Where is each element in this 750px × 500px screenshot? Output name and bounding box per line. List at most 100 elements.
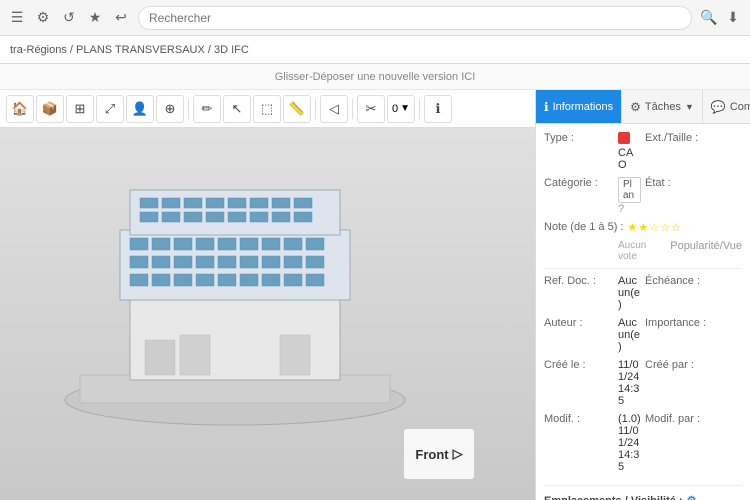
- cree-row: Créé le : 11/01/24 14:35 Créé par :: [544, 359, 742, 413]
- browser-download-icon[interactable]: ⬇: [724, 9, 742, 27]
- circle-plus-button[interactable]: ⊕: [156, 95, 184, 123]
- browser-bar: ☰ ⚙ ↺ ★ ↩ 🔍 ⬇: [0, 0, 750, 36]
- emplacements-icon[interactable]: ⚙: [687, 494, 697, 500]
- building-svg: [50, 160, 420, 440]
- ext-col: Ext./Taille :: [645, 132, 742, 177]
- type-col: Type : CAO: [544, 132, 641, 177]
- 3d-box-button[interactable]: 📦: [36, 95, 64, 123]
- toolbar: 🏠 📦 ⊞ ⤢ 👤 ⊕ ✏ ↖ ⬚ 📏 ◁ ✂ 0 ▼: [0, 90, 535, 128]
- browser-right-icons: 🔍 ⬇: [700, 9, 742, 27]
- cree-le-value: 11/01/24 14:35: [618, 359, 641, 407]
- menu-icon[interactable]: ☰: [8, 9, 26, 27]
- modif-label: Modif. :: [544, 413, 614, 425]
- scissors-button[interactable]: ✂: [357, 95, 385, 123]
- front-label-icon: ▷: [453, 446, 463, 462]
- ext-taille-row: Ext./Taille :: [645, 132, 742, 144]
- settings-icon[interactable]: ⚙: [34, 9, 52, 27]
- taches-dropdown-icon: ▼: [685, 102, 694, 112]
- divider-1: [544, 268, 742, 269]
- categorie-value: Plan ?: [618, 177, 641, 215]
- type-value: CAO: [618, 132, 641, 171]
- app-container: tra-Régions / PLANS TRANSVERSAUX / 3D IF…: [0, 36, 750, 500]
- type-label: Type :: [544, 132, 614, 144]
- modif-row: Modif. : (1.0) 11/01/24 14:35 Modif. par…: [544, 413, 742, 479]
- front-label-text: Front: [415, 447, 448, 462]
- categorie-etat-row: Catégorie : Plan ? État :: [544, 177, 742, 221]
- info-tab-icon: ℹ: [544, 100, 549, 114]
- home-button[interactable]: 🏠: [6, 95, 34, 123]
- auteur-label: Auteur :: [544, 317, 614, 329]
- panel-content: Type : CAO Ext./Taille :: [536, 124, 750, 500]
- importance-label: Importance :: [645, 317, 715, 329]
- upload-bar[interactable]: Glisser-Déposer une nouvelle version ICI: [0, 64, 750, 90]
- select-box-button[interactable]: ⬚: [253, 95, 281, 123]
- cursor-button[interactable]: ↖: [223, 95, 251, 123]
- taches-tab-icon: ⚙: [630, 100, 641, 114]
- categorie-label: Catégorie :: [544, 177, 614, 189]
- no-vote-text: Aucun vote: [618, 240, 666, 262]
- type-row: Type : CAO: [544, 132, 641, 171]
- cree-par-label: Créé par :: [645, 359, 715, 371]
- popularite-label: Popularité/Vue: [670, 240, 742, 252]
- pencil-button[interactable]: ✏: [193, 95, 221, 123]
- categorie-row: Catégorie : Plan ?: [544, 177, 641, 215]
- ext-taille-label: Ext./Taille :: [645, 132, 715, 144]
- toolbar-separator-3: [352, 99, 353, 119]
- type-ext-row: Type : CAO Ext./Taille :: [544, 132, 742, 177]
- stars-display[interactable]: ★★☆☆☆: [628, 222, 682, 234]
- note-value: ★★☆☆☆: [628, 221, 743, 234]
- help-icon[interactable]: ?: [618, 203, 624, 215]
- back-button[interactable]: ◁: [320, 95, 348, 123]
- user-button[interactable]: 👤: [126, 95, 154, 123]
- undo-icon[interactable]: ↩: [112, 9, 130, 27]
- info-button[interactable]: ℹ: [424, 95, 452, 123]
- tab-commentaires-label: Commentai...: [730, 101, 750, 113]
- commentaires-tab-icon: 💬: [711, 100, 726, 114]
- grid-button[interactable]: ⊞: [66, 95, 94, 123]
- auteur-importance-row: Auteur : Aucun(e) Importance :: [544, 317, 742, 359]
- divider-2: [544, 485, 742, 486]
- note-row: Note (de 1 à 5) : ★★☆☆☆: [544, 221, 742, 234]
- categorie-col: Catégorie : Plan ?: [544, 177, 641, 221]
- cao-badge: [618, 132, 630, 144]
- toolbar-counter[interactable]: 0 ▼: [387, 95, 415, 123]
- toolbar-separator-2: [315, 99, 316, 119]
- no-vote-row: Aucun vote Popularité/Vue: [544, 240, 742, 262]
- echeance-label: Échéance :: [645, 275, 715, 287]
- panel-tabs: ℹ Informations ⚙ Tâches ▼ 💬 Commentai...: [536, 90, 750, 124]
- viewer-area: 🏠 📦 ⊞ ⤢ 👤 ⊕ ✏ ↖ ⬚ 📏 ◁ ✂ 0 ▼: [0, 90, 535, 500]
- note-label: Note (de 1 à 5) :: [544, 221, 624, 233]
- refresh-icon[interactable]: ↺: [60, 9, 78, 27]
- tab-informations-label: Informations: [553, 101, 614, 113]
- modif-value: (1.0) 11/01/24 14:35: [618, 413, 641, 473]
- ruler-button[interactable]: 📏: [283, 95, 311, 123]
- upload-bar-text: Glisser-Déposer une nouvelle version ICI: [275, 71, 476, 83]
- counter-value: 0: [392, 103, 398, 115]
- ref-echeance-row: Ref. Doc. : Aucun(e) Échéance :: [544, 275, 742, 317]
- 3d-scene[interactable]: Front ▷: [0, 128, 535, 500]
- cree-le-label: Créé le :: [544, 359, 614, 371]
- counter-down-icon[interactable]: ▼: [400, 103, 410, 114]
- breadcrumb-text: tra-Régions / PLANS TRANSVERSAUX / 3D IF…: [10, 44, 249, 56]
- ref-doc-value: Aucun(e): [618, 275, 641, 311]
- tab-taches[interactable]: ⚙ Tâches ▼: [622, 90, 703, 123]
- browser-nav-icons: ☰ ⚙ ↺ ★ ↩: [8, 9, 130, 27]
- auteur-value: Aucun(e): [618, 317, 641, 353]
- browser-search-input[interactable]: [138, 6, 692, 30]
- toolbar-separator-1: [188, 99, 189, 119]
- breadcrumb: tra-Régions / PLANS TRANSVERSAUX / 3D IF…: [0, 36, 750, 64]
- tab-taches-label: Tâches: [645, 101, 681, 113]
- tab-informations[interactable]: ℹ Informations: [536, 90, 622, 123]
- ref-doc-label: Ref. Doc. :: [544, 275, 614, 287]
- etat-label: État :: [645, 177, 715, 189]
- tab-commentaires[interactable]: 💬 Commentai...: [703, 90, 750, 123]
- modif-par-label: Modif. par :: [645, 413, 715, 425]
- front-label: Front ▷: [403, 428, 475, 480]
- emplacements-title: Emplacements / Visibilité : ⚙: [544, 494, 742, 500]
- expand-button[interactable]: ⤢: [96, 95, 124, 123]
- building-model: [50, 160, 400, 440]
- browser-search-icon[interactable]: 🔍: [700, 9, 718, 27]
- right-panel: ℹ Informations ⚙ Tâches ▼ 💬 Commentai...: [535, 90, 750, 500]
- star-icon[interactable]: ★: [86, 9, 104, 27]
- main-content: 🏠 📦 ⊞ ⤢ 👤 ⊕ ✏ ↖ ⬚ 📏 ◁ ✂ 0 ▼: [0, 90, 750, 500]
